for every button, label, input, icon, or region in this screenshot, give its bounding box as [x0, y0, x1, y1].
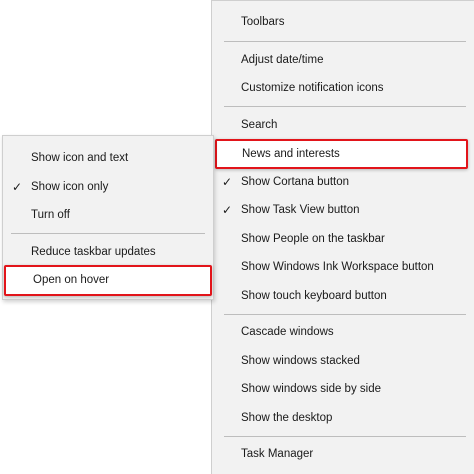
menu-item-search[interactable]: Search	[212, 111, 474, 139]
menu-item-task-manager[interactable]: Task Manager	[212, 440, 474, 468]
menu-item-label: Adjust date/time	[241, 54, 324, 66]
menu-item-show-desktop[interactable]: Show the desktop	[212, 404, 474, 432]
menu-item-label: Show People on the taskbar	[241, 233, 385, 245]
menu-item-label: Show windows side by side	[241, 383, 381, 395]
submenu-item-reduce-taskbar-updates[interactable]: Reduce taskbar updates	[3, 238, 213, 266]
menu-item-label: Show Windows Ink Workspace button	[241, 261, 434, 273]
news-and-interests-submenu: Show icon and text ✓ Show icon only Turn…	[2, 135, 214, 300]
menu-separator	[224, 41, 466, 42]
menu-separator	[224, 314, 466, 315]
menu-item-show-windows-stacked[interactable]: Show windows stacked	[212, 347, 474, 375]
checkmark-icon: ✓	[222, 203, 233, 217]
checkmark-icon: ✓	[12, 180, 23, 194]
menu-item-label: Cascade windows	[241, 326, 334, 338]
submenu-item-open-on-hover[interactable]: Open on hover	[4, 265, 212, 296]
menu-item-show-touch-keyboard[interactable]: Show touch keyboard button	[212, 282, 474, 310]
submenu-item-show-icon-only[interactable]: ✓ Show icon only	[3, 173, 213, 201]
menu-item-label: Reduce taskbar updates	[31, 246, 156, 258]
submenu-item-show-icon-and-text[interactable]: Show icon and text	[3, 144, 213, 172]
checkmark-icon: ✓	[222, 175, 233, 189]
menu-item-label: Show icon only	[31, 181, 109, 193]
menu-item-show-windows-ink[interactable]: Show Windows Ink Workspace button	[212, 253, 474, 281]
menu-item-news-and-interests[interactable]: News and interests	[215, 139, 468, 169]
menu-separator	[224, 106, 466, 107]
menu-item-label: Task Manager	[241, 448, 314, 460]
menu-item-customize-notification-icons[interactable]: Customize notification icons	[212, 74, 474, 102]
menu-item-label: Show icon and text	[31, 152, 129, 164]
menu-item-show-cortana-button[interactable]: ✓ Show Cortana button	[212, 168, 474, 196]
menu-item-label: Open on hover	[33, 274, 110, 286]
taskbar-context-menu: Toolbars Adjust date/time Customize noti…	[211, 0, 474, 474]
menu-item-label: Customize notification icons	[241, 82, 384, 94]
menu-item-label: Show touch keyboard button	[241, 290, 387, 302]
menu-item-label: News and interests	[242, 148, 340, 160]
menu-separator	[224, 436, 466, 437]
submenu-item-turn-off[interactable]: Turn off	[3, 201, 213, 229]
menu-item-show-windows-side-by-side[interactable]: Show windows side by side	[212, 375, 474, 403]
menu-item-label: Toolbars	[241, 16, 285, 28]
menu-item-label: Show the desktop	[241, 412, 333, 424]
menu-item-show-task-view-button[interactable]: ✓ Show Task View button	[212, 196, 474, 224]
menu-item-label: Show Cortana button	[241, 176, 350, 188]
menu-item-show-people[interactable]: Show People on the taskbar	[212, 225, 474, 253]
screenshot-stage: Toolbars Adjust date/time Customize noti…	[0, 0, 474, 474]
menu-item-label: Show Task View button	[241, 204, 360, 216]
menu-item-label: Search	[241, 119, 278, 131]
menu-separator	[11, 233, 205, 234]
menu-item-adjust-date-time[interactable]: Adjust date/time	[212, 46, 474, 74]
menu-item-cascade-windows[interactable]: Cascade windows	[212, 318, 474, 346]
menu-item-label: Turn off	[31, 209, 70, 221]
menu-item-toolbars[interactable]: Toolbars	[212, 8, 474, 36]
menu-item-label: Show windows stacked	[241, 355, 360, 367]
